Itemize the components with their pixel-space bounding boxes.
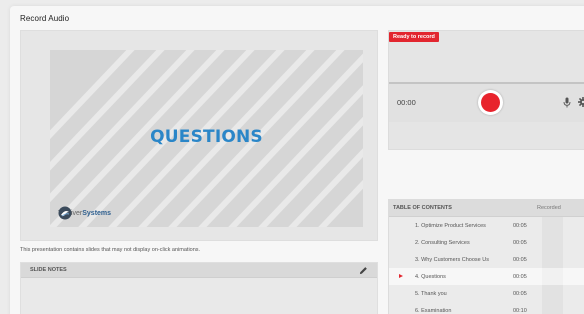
toc-item-label: 2. Consulting Services bbox=[415, 239, 470, 246]
toc-item-recorded-cell bbox=[542, 217, 563, 234]
gear-icon[interactable] bbox=[578, 97, 584, 107]
toc-item-duration: 00:05 bbox=[513, 273, 527, 280]
table-of-contents: TABLE OF CONTENTS Recorded 1. Optimize P… bbox=[388, 199, 584, 314]
logo-mark-icon bbox=[58, 206, 72, 220]
microphone-icon[interactable] bbox=[563, 97, 571, 108]
toc-item[interactable]: 5. Thank you 00:05 bbox=[389, 285, 584, 302]
pencil-icon[interactable] bbox=[359, 266, 368, 275]
toc-item-current[interactable]: 4. Questions 00:05 bbox=[389, 268, 584, 285]
audio-recorder-panel: Ready to record 00:00 bbox=[388, 30, 584, 150]
toc-item-duration: 00:05 bbox=[513, 222, 527, 229]
toc-item-duration: 00:05 bbox=[513, 239, 527, 246]
toc-item-label: 3. Why Customers Choose Us bbox=[415, 256, 489, 263]
record-button[interactable] bbox=[478, 90, 503, 115]
current-slide-arrow-icon bbox=[399, 274, 403, 278]
toc-recorded-column: Recorded bbox=[537, 205, 561, 211]
toc-item[interactable]: 6. Examination 00:10 bbox=[389, 302, 584, 314]
record-dot-icon bbox=[481, 93, 500, 112]
toc-item[interactable]: 3. Why Customers Choose Us 00:05 bbox=[389, 251, 584, 268]
slide-preview: QUESTIONS TriRiverSystems bbox=[20, 30, 378, 241]
toc-item-duration: 00:10 bbox=[513, 307, 527, 314]
slide-notes-header: SLIDE NOTES bbox=[21, 263, 377, 278]
toc-item[interactable]: 1. Optimize Product Services 00:05 bbox=[389, 217, 584, 234]
toc-item-label: 4. Questions bbox=[415, 273, 446, 280]
slide-heading: QUESTIONS bbox=[150, 127, 263, 147]
slide-canvas: QUESTIONS TriRiverSystems bbox=[50, 50, 363, 227]
toc-item-duration: 00:05 bbox=[513, 256, 527, 263]
slide-notes-title: SLIDE NOTES bbox=[30, 267, 67, 273]
page-title: Record Audio bbox=[20, 14, 70, 23]
toc-item-recorded-cell bbox=[542, 268, 563, 285]
recording-timer: 00:00 bbox=[397, 98, 416, 107]
toc-item[interactable]: 2. Consulting Services 00:05 bbox=[389, 234, 584, 251]
animation-notice: This presentation contains slides that m… bbox=[20, 247, 201, 253]
record-audio-window: Record Audio QUESTIONS Systems This pres… bbox=[10, 6, 584, 314]
toc-item-recorded-cell bbox=[542, 302, 563, 314]
toc-item-recorded-cell bbox=[542, 285, 563, 302]
toc-item-recorded-cell bbox=[542, 251, 563, 268]
recorder-controls: 00:00 bbox=[389, 84, 584, 122]
toc-item-recorded-cell bbox=[542, 234, 563, 251]
toc-item-label: 5. Thank you bbox=[415, 290, 447, 297]
toc-item-label: 6. Examination bbox=[415, 307, 452, 314]
toc-item-label: 1. Optimize Product Services bbox=[415, 222, 486, 229]
company-logo: TriRiverSystems bbox=[58, 206, 111, 220]
slide-notes-panel: SLIDE NOTES bbox=[20, 262, 378, 314]
toc-title: TABLE OF CONTENTS bbox=[393, 205, 452, 211]
toc-item-duration: 00:05 bbox=[513, 290, 527, 297]
toc-header: TABLE OF CONTENTS Recorded bbox=[389, 200, 584, 217]
status-badge: Ready to record bbox=[389, 32, 439, 42]
